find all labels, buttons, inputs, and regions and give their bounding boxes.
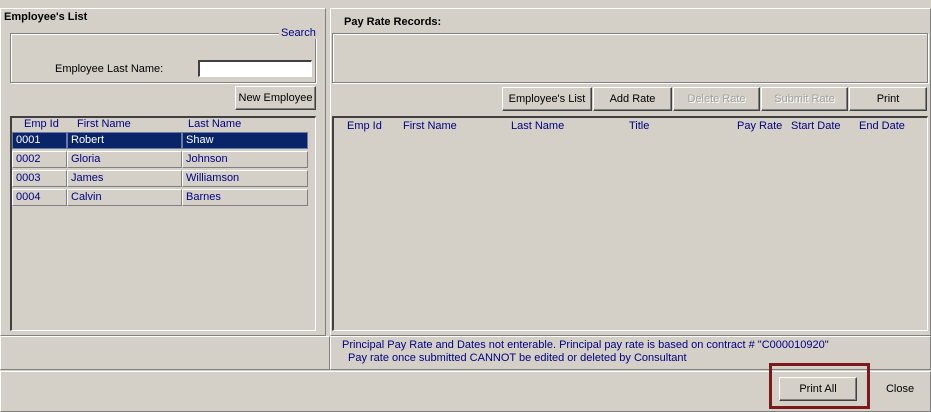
notes-line-2: Pay rate once submitted CANNOT be edited… <box>348 352 687 364</box>
last-name-label: Employee Last Name: <box>55 63 164 75</box>
search-group-label: Search <box>279 27 318 39</box>
pr-col-pay-rate[interactable]: Pay Rate <box>737 120 782 132</box>
cell-emp-id[interactable]: 0002 <box>12 151 67 168</box>
pr-col-end-date[interactable]: End Date <box>859 120 905 132</box>
employee-grid-header: Emp Id First Name Last Name <box>12 118 314 132</box>
delete-rate-button[interactable]: Delete Rate <box>673 87 760 111</box>
pr-col-start-date[interactable]: Start Date <box>791 120 841 132</box>
col-first-name[interactable]: First Name <box>77 118 131 130</box>
pay-rate-grid: Emp Id First Name Last Name Title Pay Ra… <box>332 116 928 331</box>
pay-rate-top-area <box>332 33 928 83</box>
employee-grid: Emp Id First Name Last Name 0001 Robert Sh… <box>10 116 316 331</box>
cell-first-name[interactable]: Calvin <box>67 189 182 206</box>
cell-first-name[interactable]: James <box>67 170 182 187</box>
pr-col-first-name[interactable]: First Name <box>403 120 457 132</box>
close-button[interactable]: Close <box>874 377 926 401</box>
cell-emp-id[interactable]: 0004 <box>12 189 67 206</box>
pr-col-title[interactable]: Title <box>629 120 649 132</box>
cell-last-name[interactable]: Shaw <box>182 132 308 149</box>
cell-emp-id[interactable]: 0003 <box>12 170 67 187</box>
new-employee-button[interactable]: New Employee <box>235 86 316 110</box>
print-button[interactable]: Print <box>849 87 927 111</box>
table-row[interactable]: 0001 Robert Shaw <box>12 132 314 149</box>
cell-first-name[interactable]: Robert <box>67 132 182 149</box>
pay-rate-toolbar: Employee's List Add Rate Delete Rate Sub… <box>330 84 931 114</box>
last-name-search-input[interactable] <box>198 60 312 77</box>
col-last-name[interactable]: Last Name <box>188 118 241 130</box>
notes-bar-left <box>0 336 330 370</box>
print-all-button[interactable]: Print All <box>779 377 857 401</box>
employee-list-title: Employee's List <box>4 11 88 23</box>
cell-emp-id[interactable]: 0001 <box>12 132 67 149</box>
notes-line-1: Principal Pay Rate and Dates not enterab… <box>342 339 829 351</box>
cell-first-name[interactable]: Gloria <box>67 151 182 168</box>
pay-rate-title: Pay Rate Records: <box>344 16 442 28</box>
cell-last-name[interactable]: Williamson <box>182 170 308 187</box>
cell-last-name[interactable]: Johnson <box>182 151 308 168</box>
col-emp-id[interactable]: Emp Id <box>24 118 59 130</box>
cell-last-name[interactable]: Barnes <box>182 189 308 206</box>
employees-list-button[interactable]: Employee's List <box>502 87 592 111</box>
table-row[interactable]: 0002 Gloria Johnson <box>12 151 314 168</box>
submit-rate-button[interactable]: Submit Rate <box>761 87 848 111</box>
close-label: Close <box>885 383 915 395</box>
table-row[interactable]: 0004 Calvin Barnes <box>12 189 314 206</box>
add-rate-button[interactable]: Add Rate <box>593 87 672 111</box>
pr-col-emp-id[interactable]: Emp Id <box>347 120 382 132</box>
pr-col-last-name[interactable]: Last Name <box>511 120 564 132</box>
table-row[interactable]: 0003 James Williamson <box>12 170 314 187</box>
pay-rate-grid-header: Emp Id First Name Last Name Title Pay Ra… <box>334 120 926 134</box>
